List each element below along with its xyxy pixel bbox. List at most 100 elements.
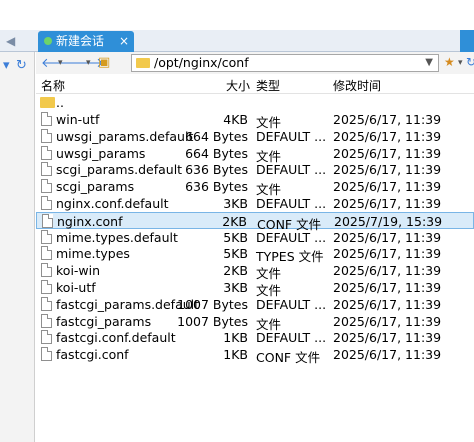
column-name[interactable]: 名称 [41,77,65,94]
file-icon [41,196,52,210]
folder-icon [136,58,150,68]
file-name: win-utf [56,112,100,127]
file-type: DEFAULT ... [256,296,327,312]
file-row[interactable]: fastcgi.conf 1KB CONF 文件 2025/6/17, 11:39 [36,346,474,366]
file-size: 1007 Bytes [177,296,248,312]
file-row[interactable]: win-utf 4KB 文件 2025/6/17, 11:39 [36,111,474,130]
file-mtime: 2025/6/17, 11:39 [333,112,442,127]
file-name: scgi_params.default [56,162,183,178]
tab-label: 新建会话 [56,34,105,48]
remote-refresh-icon[interactable]: ↻ [466,55,474,69]
remote-file-list[interactable]: 名称 大小 类型 修改时间 .. win-utf 4KB 文件 2025/6/17, … [36,75,474,442]
list-header: 名称 大小 类型 修改时间 [36,75,474,94]
file-mtime: 2025/6/17, 11:39 [333,313,442,329]
file-row[interactable]: uwsgi_params 664 Bytes 文件 2025/6/17, 11:39 [36,145,474,164]
file-mtime: 2025/6/17, 11:39 [333,296,442,312]
local-dropdown-icon[interactable]: ▾ [3,58,10,73]
file-size: 1KB [223,330,248,346]
file-size: 636 Bytes [185,179,248,195]
session-status-icon [44,37,52,45]
file-icon [41,162,52,177]
file-size: 5KB [223,229,248,245]
file-name: fastcgi_params [56,313,152,329]
file-mtime: 2025/6/17, 11:39 [333,280,442,295]
file-icon [41,313,52,328]
file-icon [41,145,52,160]
file-size: 3KB [223,280,248,295]
file-icon [41,296,52,311]
path-input[interactable]: /opt/nginx/conf ▼ [131,54,439,72]
file-size: 664 Bytes [185,145,248,161]
file-name: scgi_params [56,179,135,195]
bookmark-dropdown-icon[interactable]: ▾ [458,58,463,68]
file-row[interactable]: scgi_params.default 636 Bytes DEFAULT ... 2… [36,161,474,178]
file-type: DEFAULT ... [256,196,327,211]
tab-scroll-left-icon[interactable]: ◀ [6,34,15,48]
parent-folder-row[interactable]: .. [36,94,474,111]
file-row[interactable]: scgi_params 636 Bytes 文件 2025/6/17, 11:39 [36,178,474,197]
path-dropdown-icon[interactable]: ▼ [425,55,433,71]
file-name: mime.types.default [56,229,178,245]
file-icon [41,229,52,244]
path-text: /opt/nginx/conf [154,55,249,70]
file-icon [41,347,52,362]
file-row[interactable]: fastcgi_params.default 1007 Bytes DEFAULT … [36,296,474,313]
tab-overflow[interactable] [460,30,474,52]
tab-new-session[interactable]: 新建会话 × [38,31,134,52]
file-row[interactable]: mime.types.default 5KB DEFAULT ... 2025/6/1… [36,229,474,246]
file-name: nginx.conf [57,213,123,229]
file-mtime: 2025/6/17, 11:39 [333,162,442,178]
file-icon [41,112,52,126]
file-type: DEFAULT ... [256,128,327,144]
file-row[interactable]: fastcgi.conf.default 1KB DEFAULT ... 2025/6… [36,329,474,346]
file-mtime: 2025/6/17, 11:39 [333,229,442,245]
file-type: DEFAULT ... [256,162,327,178]
forward-history-icon[interactable]: ▾ [86,58,91,68]
file-row[interactable]: koi-win 2KB 文件 2025/6/17, 11:39 [36,262,474,281]
file-size: 5KB [223,246,248,262]
window-top-area [0,0,474,30]
local-refresh-icon[interactable]: ↻ [16,58,27,73]
file-mtime: 2025/6/17, 11:39 [333,145,442,161]
file-icon [41,128,52,143]
file-name: koi-utf [56,280,96,295]
file-type: DEFAULT ... [256,330,327,346]
file-mtime: 2025/6/17, 11:39 [333,330,442,346]
bookmark-icon[interactable]: ★ [444,55,455,69]
file-row[interactable]: nginx.conf 2KB CONF 文件 2025/7/19, 15:39 [36,211,474,232]
file-name: uwsgi_params.default [56,128,194,144]
file-row[interactable]: nginx.conf.default 3KB DEFAULT ... 2025/6/1… [36,195,474,212]
file-icon [41,280,52,294]
column-type[interactable]: 类型 [256,77,280,94]
column-mtime[interactable]: 修改时间 [333,77,381,94]
remote-toolbar: 🡐 ▾ 🡒 ▾ ▣ /opt/nginx/conf ▼ ★ ▾ ↻ [36,52,474,74]
parent-folder-label: .. [56,95,64,110]
file-icon [41,246,52,261]
tab-close-icon[interactable]: × [119,31,129,52]
up-folder-icon[interactable]: ▣ [98,55,110,70]
file-row[interactable]: fastcgi_params 1007 Bytes 文件 2025/6/17, 11:… [36,313,474,332]
file-name: nginx.conf.default [56,196,169,211]
file-size: 2KB [222,213,247,229]
column-size[interactable]: 大小 [226,77,250,94]
file-icon [41,179,52,194]
file-size: 1KB [223,347,248,363]
file-type: CONF 文件 [256,350,321,366]
file-icon [41,263,52,278]
file-type: DEFAULT ... [256,229,327,245]
file-icon [42,213,53,228]
file-name: mime.types [56,246,130,262]
file-mtime: 2025/7/19, 15:39 [334,213,443,229]
file-size: 2KB [223,263,248,279]
back-history-icon[interactable]: ▾ [58,58,63,68]
file-mtime: 2025/6/17, 11:39 [333,128,442,144]
file-size: 1007 Bytes [177,313,248,329]
file-mtime: 2025/6/17, 11:39 [333,196,442,211]
local-pane-edge: ▾ ↻ [0,52,35,442]
file-row[interactable]: mime.types 5KB TYPES 文件 2025/6/17, 11:39 [36,245,474,264]
file-mtime: 2025/6/17, 11:39 [333,179,442,195]
file-row[interactable]: uwsgi_params.default 664 Bytes DEFAULT ...… [36,128,474,145]
file-size: 636 Bytes [185,162,248,178]
file-row[interactable]: koi-utf 3KB 文件 2025/6/17, 11:39 [36,279,474,298]
file-size: 664 Bytes [185,128,248,144]
